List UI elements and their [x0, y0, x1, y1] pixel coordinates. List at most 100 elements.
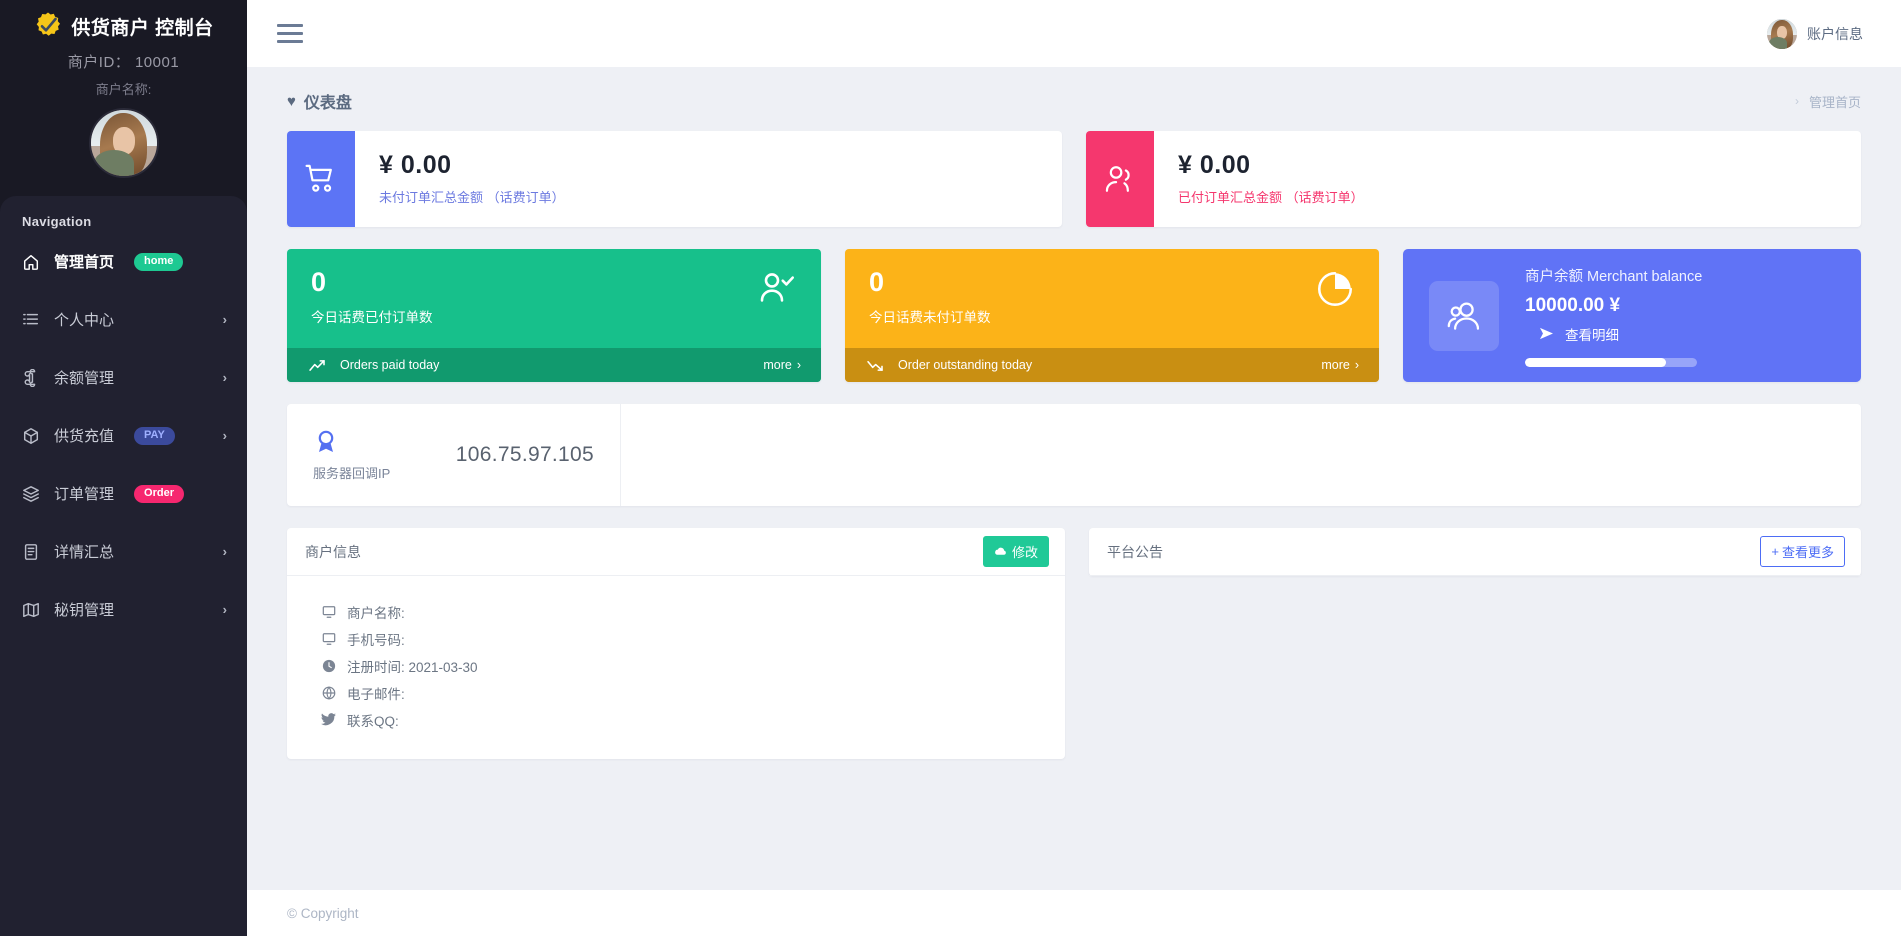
stat-card-number: 0 — [311, 269, 433, 296]
merchant-info-label: 联系QQ: — [347, 710, 399, 730]
sidebar-item-badge: Order — [134, 485, 184, 503]
merchant-info-label: 电子邮件: — [347, 683, 405, 703]
stat-card-2: 0今日话费未付订单数 Order outstanding today more› — [845, 249, 1379, 382]
trend-up-icon — [309, 359, 326, 372]
nav-heading: Navigation — [0, 214, 247, 229]
ip-value: 106.75.97.105 — [456, 443, 594, 467]
sidebar-item-badge: PAY — [134, 427, 175, 445]
merchant-info-label: 商户名称: — [347, 602, 405, 622]
topbar: 账户信息 — [247, 0, 1901, 67]
edit-merchant-label: 修改 — [1012, 542, 1038, 561]
dashboard-grid: ¥ 0.00未付订单汇总金额 （话费订单）¥ 0.00已付订单汇总金额 （话费订… — [247, 113, 1901, 759]
user-check-icon — [757, 269, 797, 309]
chevron-right-icon: › — [797, 358, 801, 372]
sidebar-item-6[interactable]: 详情汇总 › — [0, 533, 247, 570]
shopping-cart-icon — [287, 131, 355, 227]
pie-chart-icon — [1315, 269, 1355, 309]
layers-icon — [22, 485, 40, 503]
sidebar-item-label: 余额管理 — [54, 367, 114, 388]
box-icon — [22, 427, 40, 445]
stat-card-top: 0今日话费未付订单数 — [845, 249, 1379, 348]
cloud-icon — [994, 546, 1007, 557]
ip-card-row: 服务器回调IP 106.75.97.105 — [287, 404, 1861, 506]
notice-more-label: 查看更多 — [1782, 542, 1834, 561]
brand[interactable]: 供货商户 控制台 — [0, 0, 247, 42]
stat-card-more-label: more — [763, 358, 791, 372]
stat-card-1: 0今日话费已付订单数Orders paid todaymore› — [287, 249, 821, 382]
monitor-icon — [321, 605, 336, 619]
stat-card-more-link[interactable]: more› — [1321, 358, 1359, 372]
sidebar-item-label: 秘钥管理 — [54, 599, 114, 620]
ip-left: 服务器回调IP — [313, 429, 413, 482]
monitor-icon — [321, 632, 336, 646]
balance-progress-bar — [1525, 358, 1697, 367]
avatar[interactable] — [89, 108, 159, 178]
sidebar-item-5[interactable]: 订单管理 Order — [0, 475, 247, 512]
sidebar-item-label: 管理首页 — [54, 251, 114, 272]
sidebar: 供货商户 控制台 商户ID： 10001 商户名称: Navigation 管理… — [0, 0, 247, 936]
amount-card-value: ¥ 0.00 — [379, 151, 565, 180]
trend-down-icon — [867, 359, 884, 372]
merchant-info-label: 注册时间: 2021-03-30 — [347, 656, 478, 676]
chevron-right-icon: › — [223, 370, 227, 385]
panels-row: 商户信息 修改 商户名称:手机号码:注册时间: 2021-03-30电 — [287, 528, 1861, 759]
ip-caption: 服务器回调IP — [313, 463, 413, 482]
merchant-info-label: 手机号码: — [347, 629, 405, 649]
sidebar-item-badge: home — [134, 253, 183, 271]
globe-icon — [321, 686, 336, 700]
sidebar-item-7[interactable]: 秘钥管理 › — [0, 591, 247, 628]
notice-panel-head: 平台公告 + 查看更多 — [1089, 528, 1861, 576]
chevron-right-icon: › — [223, 544, 227, 559]
twitter-icon — [321, 713, 336, 726]
balance-detail-link[interactable]: 查看明细 — [1525, 324, 1702, 344]
merchant-id: 商户ID： 10001 — [0, 51, 247, 72]
stat-card-top: 0今日话费已付订单数 — [287, 249, 821, 348]
stat-card-more-link[interactable]: more › — [763, 358, 801, 372]
balance-title: 商户余额 Merchant balance — [1525, 265, 1702, 286]
edit-merchant-button[interactable]: 修改 — [983, 536, 1049, 567]
stat-card-row: 0今日话费已付订单数Orders paid todaymore›0今日话费未付订… — [287, 249, 1861, 382]
stat-card-footer-label: Order outstanding today — [898, 358, 1032, 372]
chevron-right-icon: › — [223, 312, 227, 327]
sidebar-item-2[interactable]: 个人中心 › — [0, 301, 247, 338]
content-scroll: ♥ 仪表盘 › 管理首页 ¥ 0.00未付订单汇总金额 （话费订单）¥ 0.00… — [247, 67, 1901, 890]
clock-icon — [321, 659, 336, 673]
account-avatar[interactable] — [1767, 19, 1797, 49]
chevron-right-icon: › — [223, 602, 227, 617]
sidebar-item-4[interactable]: 供货充值PAY› — [0, 417, 247, 454]
hamburger-icon[interactable] — [277, 19, 303, 48]
merchant-info-row-5: 联系QQ: — [287, 706, 1065, 733]
amount-card-label: 未付订单汇总金额 （话费订单） — [379, 187, 565, 206]
sidebar-item-3[interactable]: 余额管理 › — [0, 359, 247, 396]
amount-card-body: ¥ 0.00 未付订单汇总金额 （话费订单） — [355, 131, 565, 227]
notice-more-button[interactable]: + 查看更多 — [1760, 536, 1845, 567]
ip-card: 服务器回调IP 106.75.97.105 — [287, 404, 1861, 506]
amount-card-row: ¥ 0.00未付订单汇总金额 （话费订单）¥ 0.00已付订单汇总金额 （话费订… — [287, 131, 1861, 227]
chevron-right-icon: › — [1355, 358, 1359, 372]
ip-cell: 服务器回调IP 106.75.97.105 — [287, 404, 621, 506]
sidebar-item-label: 个人中心 — [54, 309, 114, 330]
stat-card-number: 0 — [869, 269, 991, 296]
group-people-icon — [1429, 281, 1499, 351]
sidebar-item-1[interactable]: 管理首页 home — [0, 243, 247, 280]
merchant-panel-head: 商户信息 修改 — [287, 528, 1065, 576]
amount-card-value: ¥ 0.00 — [1178, 151, 1364, 180]
merchant-info-row-3: 注册时间: 2021-03-30 — [287, 652, 1065, 679]
footer: © Copyright — [247, 890, 1901, 936]
merchant-info-row-2: 手机号码: — [287, 625, 1065, 652]
page-title-text: 仪表盘 — [304, 89, 352, 113]
sidebar-item-label: 订单管理 — [54, 483, 114, 504]
main-area: 账户信息 ♥ 仪表盘 › 管理首页 ¥ 0.00未付订单汇总金额 （话费订单）¥… — [247, 0, 1901, 936]
sidebar-item-label: 详情汇总 — [54, 541, 114, 562]
command-icon — [22, 369, 40, 387]
balance-body: 商户余额 Merchant balance10000.00 ¥查看明细 — [1525, 265, 1702, 367]
merchant-info-list: 商户名称: 手机号码: 注册时间: 2021-03-30 电子邮件: 联系QQ: — [287, 576, 1065, 759]
stat-card-footer[interactable]: Order outstanding today more› — [845, 348, 1379, 382]
merchant-name: 商户名称: — [0, 79, 247, 98]
stat-card-text: 0今日话费未付订单数 — [869, 269, 991, 326]
balance-detail-label: 查看明细 — [1565, 324, 1619, 344]
stat-card-footer[interactable]: Orders paid todaymore› — [287, 348, 821, 382]
send-icon — [1539, 327, 1554, 340]
breadcrumb-current[interactable]: 管理首页 — [1809, 92, 1861, 111]
account-menu[interactable]: 账户信息 — [1767, 19, 1863, 49]
